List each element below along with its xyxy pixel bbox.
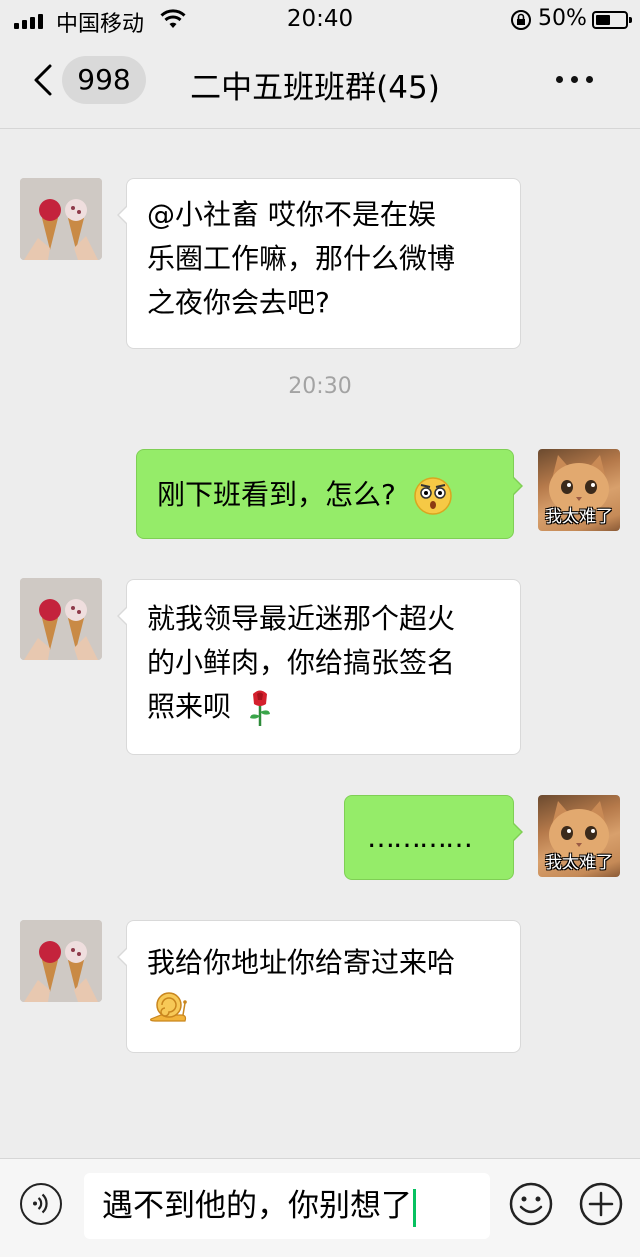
message-text: 刚下班看到，怎么? (157, 478, 396, 511)
ice-cream-avatar[interactable] (20, 178, 102, 260)
message-text-line: 我给你地址你给寄过来哈 (147, 946, 456, 979)
message-text-line: 之夜你会去吧? (147, 286, 330, 319)
voice-icon[interactable] (20, 1183, 62, 1225)
battery-percent: 50% (538, 6, 587, 31)
message-text-line: 乐圈工作嘛，那什么微博 (147, 242, 456, 275)
message-text-line: 就我领导最近迷那个超火 (147, 602, 456, 635)
rose-emoji (249, 690, 270, 726)
chat-header: 998 二中五班班群(45) (0, 40, 640, 129)
cat-avatar[interactable]: 我太难了 (538, 449, 620, 531)
message-text: ………… (367, 821, 473, 854)
message-text-line-with-emoji: 照来呗 (147, 685, 500, 729)
input-bar: 遇不到他的，你别想了 (0, 1158, 640, 1257)
message-text-line: 照来呗 (147, 690, 232, 723)
message-bubble[interactable]: ………… (344, 795, 523, 880)
message-row: ………… 我太难了 (0, 0, 620, 880)
cat-avatar[interactable]: 我太难了 (538, 795, 620, 877)
plus-icon[interactable] (578, 1181, 624, 1227)
battery-icon (592, 11, 632, 29)
message-timestamp: 20:30 (288, 374, 352, 399)
status-bar: 中国移动 20:40 50% (0, 0, 640, 40)
avatar-caption: 我太难了 (545, 507, 613, 527)
message-text-line: @小社畜 哎你不是在娱 (147, 198, 436, 231)
message-bubble[interactable]: @小社畜 哎你不是在娱 乐圈工作嘛，那什么微博 之夜你会去吧? (117, 178, 521, 349)
message-bubble[interactable]: 刚下班看到，怎么? (136, 449, 523, 539)
avatar-caption: 我太难了 (545, 853, 613, 873)
ice-cream-avatar[interactable] (20, 920, 102, 1002)
message-text-line: 的小鲜肉，你给搞张签名 (147, 646, 456, 679)
more-options-icon[interactable] (556, 76, 593, 83)
chat-title: 二中五班班群(45) (0, 62, 640, 107)
ice-cream-avatar[interactable] (20, 578, 102, 660)
chat-title-text: 二中五班班群(45) (190, 70, 440, 106)
shocked-face-emoji (414, 477, 452, 515)
orientation-lock-icon (511, 10, 531, 30)
snail-emoji (150, 992, 187, 1022)
draft-text: 遇不到他的，你别想了 (102, 1188, 412, 1224)
message-bubble[interactable]: 就我领导最近迷那个超火 的小鲜肉，你给搞张签名 照来呗 (117, 579, 521, 755)
text-caret (413, 1188, 416, 1227)
emoji-icon[interactable] (508, 1181, 554, 1227)
message-input[interactable]: 遇不到他的，你别想了 (84, 1173, 490, 1239)
message-bubble[interactable]: 我给你地址你给寄过来哈 (117, 920, 521, 1053)
